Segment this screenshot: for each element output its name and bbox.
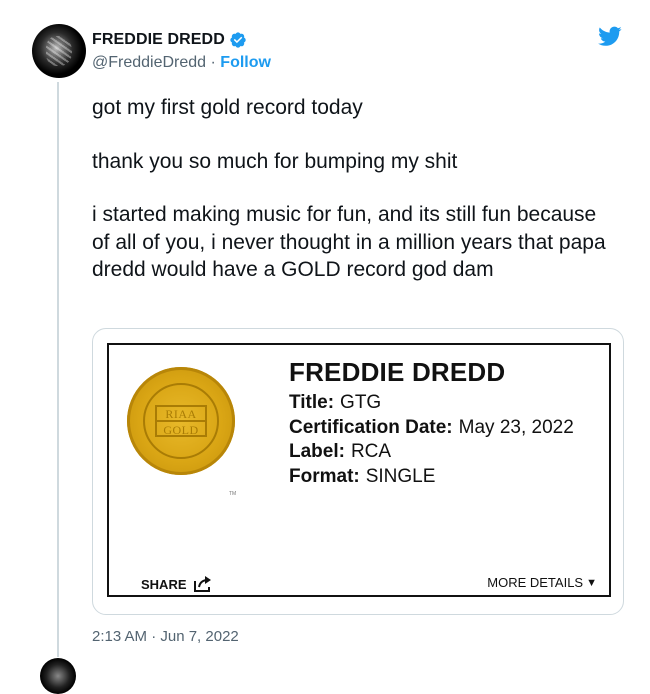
tweet-paragraph: i started making music for fun, and its … (92, 203, 606, 281)
field-value: SINGLE (365, 465, 436, 487)
field-label: Format: (289, 465, 360, 487)
tweet-paragraph: got my first gold record today (92, 96, 363, 119)
field-label: Certification Date: (289, 416, 453, 438)
share-button[interactable]: SHARE (141, 575, 213, 593)
certificate-field-format: Format: SINGLE (289, 465, 574, 490)
field-label: Title: (289, 392, 335, 413)
author-name-row: FREDDIE DREDD (92, 31, 247, 49)
field-value: GTG (340, 392, 382, 413)
more-details-label: MORE DETAILS (487, 575, 584, 590)
follow-button[interactable]: Follow (220, 54, 271, 71)
field-value: May 23, 2022 (458, 416, 574, 438)
field-value: RCA (350, 441, 392, 462)
author-display-name[interactable]: FREDDIE DREDD (92, 31, 225, 49)
certificate-field-label: Label: RCA (289, 440, 574, 465)
badge-bottom-text: GOLD (163, 423, 199, 437)
share-label: SHARE (141, 576, 187, 592)
twitter-bird-icon[interactable] (596, 24, 624, 48)
certificate-field-title: Title: GTG (289, 391, 574, 416)
author-handle-row: @FreddieDredd · Follow (92, 54, 271, 72)
author-handle[interactable]: @FreddieDredd (92, 54, 206, 71)
author-avatar[interactable] (32, 24, 86, 78)
next-tweet-avatar[interactable] (40, 658, 76, 694)
certificate-fields: Title: GTG Certification Date: May 23, 202… (289, 391, 574, 489)
media-card[interactable]: RIAA GOLD TM FREDDIE DREDD Title: GTG Cer… (92, 328, 624, 615)
certificate-artist: FREDDIE DREDD (289, 357, 506, 387)
thread-line (57, 82, 59, 657)
chevron-down-icon: ▼ (586, 576, 597, 589)
verified-badge-icon (230, 32, 246, 48)
share-icon (193, 576, 211, 592)
field-label: Label: (289, 441, 345, 462)
badge-top-text: RIAA (165, 407, 197, 421)
handle-separator: · (206, 54, 221, 71)
tweet-paragraph: thank you so much for bumping my shit (92, 149, 458, 173)
gold-record-icon: RIAA GOLD TM (127, 367, 236, 497)
tweet-timestamp[interactable]: 2:13 AM · Jun 7, 2022 (92, 628, 239, 645)
riaa-certificate: RIAA GOLD TM FREDDIE DREDD Title: GTG Cer… (107, 343, 611, 597)
trademark-mark: TM (229, 491, 237, 497)
certificate-field-date: Certification Date: May 23, 2022 (289, 416, 574, 441)
more-details-link[interactable]: MORE DETAILS ▼ (487, 575, 597, 590)
tweet-text: got my first gold record today thank you… (92, 94, 612, 310)
